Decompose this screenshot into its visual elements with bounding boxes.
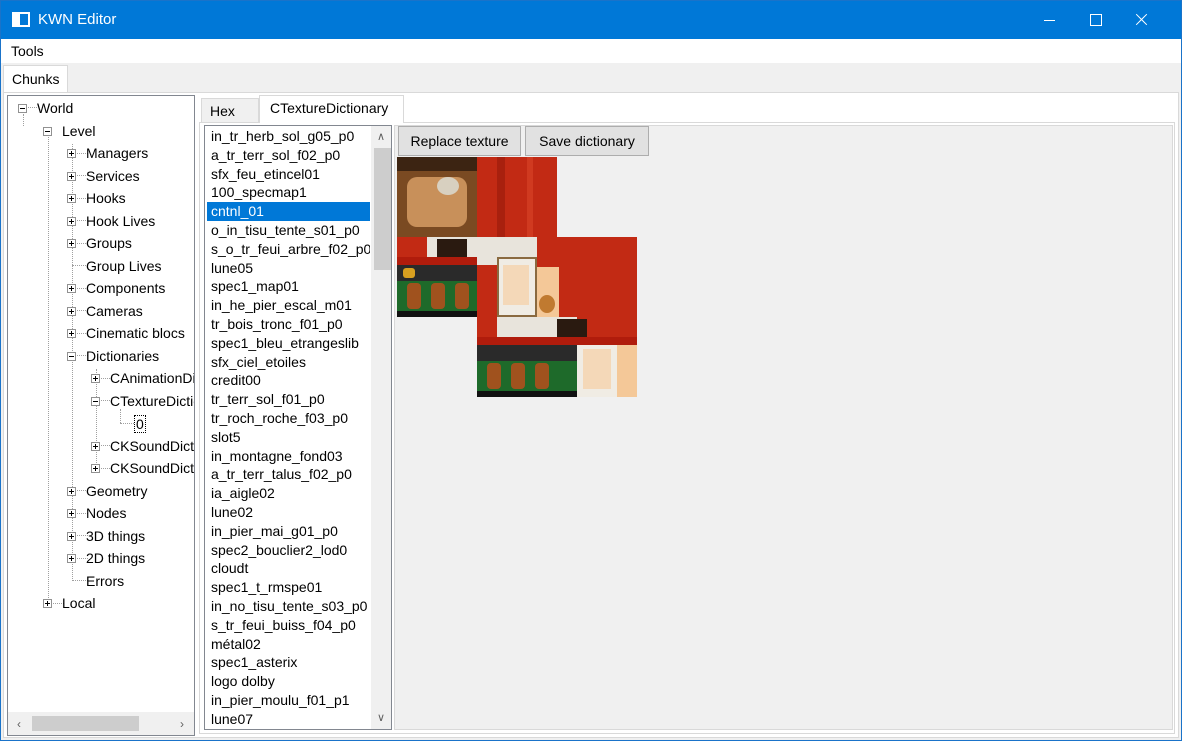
list-item[interactable]: s_tr_feui_buiss_f04_p0: [207, 616, 370, 635]
menu-tools[interactable]: Tools: [11, 43, 44, 59]
list-item[interactable]: sfx_feu_etincel01: [207, 165, 370, 184]
list-item[interactable]: in_he_pier_escal_m01: [207, 296, 370, 315]
texture-list-scrollbar[interactable]: ∧ ∨: [371, 126, 391, 729]
expand-icon[interactable]: [91, 464, 100, 473]
scroll-down-icon[interactable]: ∨: [374, 711, 388, 725]
outer-tab-strip: Chunks: [1, 63, 1181, 93]
expand-icon[interactable]: [91, 374, 100, 383]
list-item[interactable]: o_in_tisu_tente_s01_p0: [207, 221, 370, 240]
menu-bar: Tools: [1, 39, 1181, 63]
expand-icon[interactable]: [91, 442, 100, 451]
tab-chunks[interactable]: Chunks: [3, 65, 69, 93]
list-item[interactable]: a_tr_terr_sol_f02_p0: [207, 146, 370, 165]
main-window: KWN Editor Tools Chunks World Level Mana…: [0, 0, 1182, 741]
list-item[interactable]: 100_specmap1: [207, 183, 370, 202]
scrollbar-thumb[interactable]: [32, 716, 139, 731]
list-item[interactable]: métal02: [207, 635, 370, 654]
list-item[interactable]: in_no_tisu_tente_s03_p0: [207, 597, 370, 616]
list-item[interactable]: tr_terr_sol_f01_p0: [207, 390, 370, 409]
expand-icon[interactable]: [67, 194, 76, 203]
list-item[interactable]: a_tr_terr_talus_f02_p0: [207, 465, 370, 484]
scroll-right-icon[interactable]: ›: [175, 717, 189, 731]
list-item[interactable]: credit00: [207, 371, 370, 390]
window-title: KWN Editor: [38, 11, 117, 28]
collapse-icon[interactable]: [91, 397, 100, 406]
list-item[interactable]: tr_bois_tronc_f01_p0: [207, 315, 370, 334]
list-item[interactable]: spec1_t_rmspe01: [207, 578, 370, 597]
expand-icon[interactable]: [67, 217, 76, 226]
list-item[interactable]: cntnl_01: [207, 202, 370, 222]
tree-horizontal-scrollbar[interactable]: ‹ ›: [8, 712, 194, 735]
tab-hex[interactable]: Hex: [201, 98, 259, 122]
scrollbar-thumb[interactable]: [374, 148, 391, 270]
collapse-icon[interactable]: [18, 104, 27, 113]
list-item[interactable]: spec1_asterix: [207, 653, 370, 672]
expand-icon[interactable]: [67, 329, 76, 338]
list-item[interactable]: s_o_tr_feui_arbre_f02_p0: [207, 240, 370, 259]
scroll-left-icon[interactable]: ‹: [12, 717, 26, 731]
list-item[interactable]: cloudt: [207, 559, 370, 578]
collapse-icon[interactable]: [67, 352, 76, 361]
expand-icon[interactable]: [67, 509, 76, 518]
app-window-icon: [12, 12, 30, 27]
list-item[interactable]: spec1_bleu_etrangeslib: [207, 334, 370, 353]
expand-icon[interactable]: [67, 307, 76, 316]
list-item[interactable]: in_pier_mai_g01_p0: [207, 522, 370, 541]
replace-texture-button[interactable]: Replace texture: [398, 126, 521, 156]
list-item[interactable]: lune07: [207, 710, 370, 729]
collapse-icon[interactable]: [43, 127, 52, 136]
expand-icon[interactable]: [67, 149, 76, 158]
expand-icon[interactable]: [67, 239, 76, 248]
list-item[interactable]: slot5: [207, 428, 370, 447]
list-item[interactable]: lune05: [207, 259, 370, 278]
minimize-button[interactable]: [1027, 1, 1073, 39]
tab-ctexture-dictionary[interactable]: CTextureDictionary: [259, 95, 404, 123]
list-item[interactable]: lune02: [207, 503, 370, 522]
chunk-tree[interactable]: World Level Managers Services Hooks Hook…: [7, 95, 195, 736]
expand-icon[interactable]: [43, 599, 52, 608]
list-item[interactable]: spec1_map01: [207, 277, 370, 296]
list-item[interactable]: in_tr_herb_sol_g05_p0: [207, 127, 370, 146]
expand-icon[interactable]: [67, 487, 76, 496]
close-button[interactable]: [1119, 1, 1165, 39]
list-item[interactable]: tr_roch_roche_f03_p0: [207, 409, 370, 428]
list-item[interactable]: in_pier_moulu_f01_p1: [207, 691, 370, 710]
list-item[interactable]: in_montagne_fond03: [207, 447, 370, 466]
texture-image-copy: [477, 237, 637, 397]
list-item[interactable]: spec2_bouclier2_lod0: [207, 541, 370, 560]
scroll-up-icon[interactable]: ∧: [374, 130, 388, 144]
title-bar[interactable]: KWN Editor: [1, 1, 1181, 39]
list-item[interactable]: ia_aigle02: [207, 484, 370, 503]
expand-icon[interactable]: [67, 532, 76, 541]
expand-icon[interactable]: [67, 172, 76, 181]
maximize-button[interactable]: [1073, 1, 1119, 39]
list-item[interactable]: sfx_ciel_etoiles: [207, 353, 370, 372]
expand-icon[interactable]: [67, 284, 76, 293]
list-item[interactable]: logo dolby: [207, 672, 370, 691]
expand-icon[interactable]: [67, 554, 76, 563]
texture-list[interactable]: in_tr_herb_sol_g05_p0 a_tr_terr_sol_f02_p…: [204, 125, 392, 730]
save-dictionary-button[interactable]: Save dictionary: [525, 126, 649, 156]
